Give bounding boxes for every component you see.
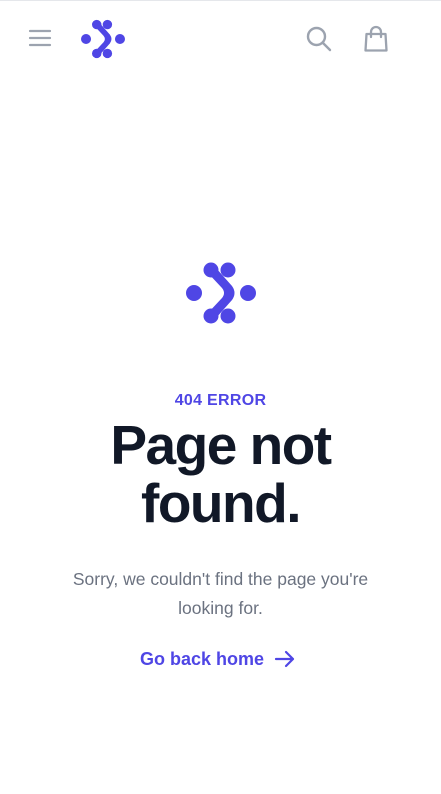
brand-logo-icon [186,262,256,324]
not-found-section: 404 ERROR Page not found. Sorry, we coul… [0,0,441,794]
arrow-right-icon [274,648,296,670]
error-code: 404 ERROR [174,392,267,409]
hero-logo [186,262,256,324]
go-back-home-link[interactable]: Go back home [140,646,296,672]
go-back-home-label: Go back home [140,648,265,669]
error-message: Sorry, we couldn't find the page you're … [72,569,369,618]
page-title: Page not found. [110,414,332,534]
